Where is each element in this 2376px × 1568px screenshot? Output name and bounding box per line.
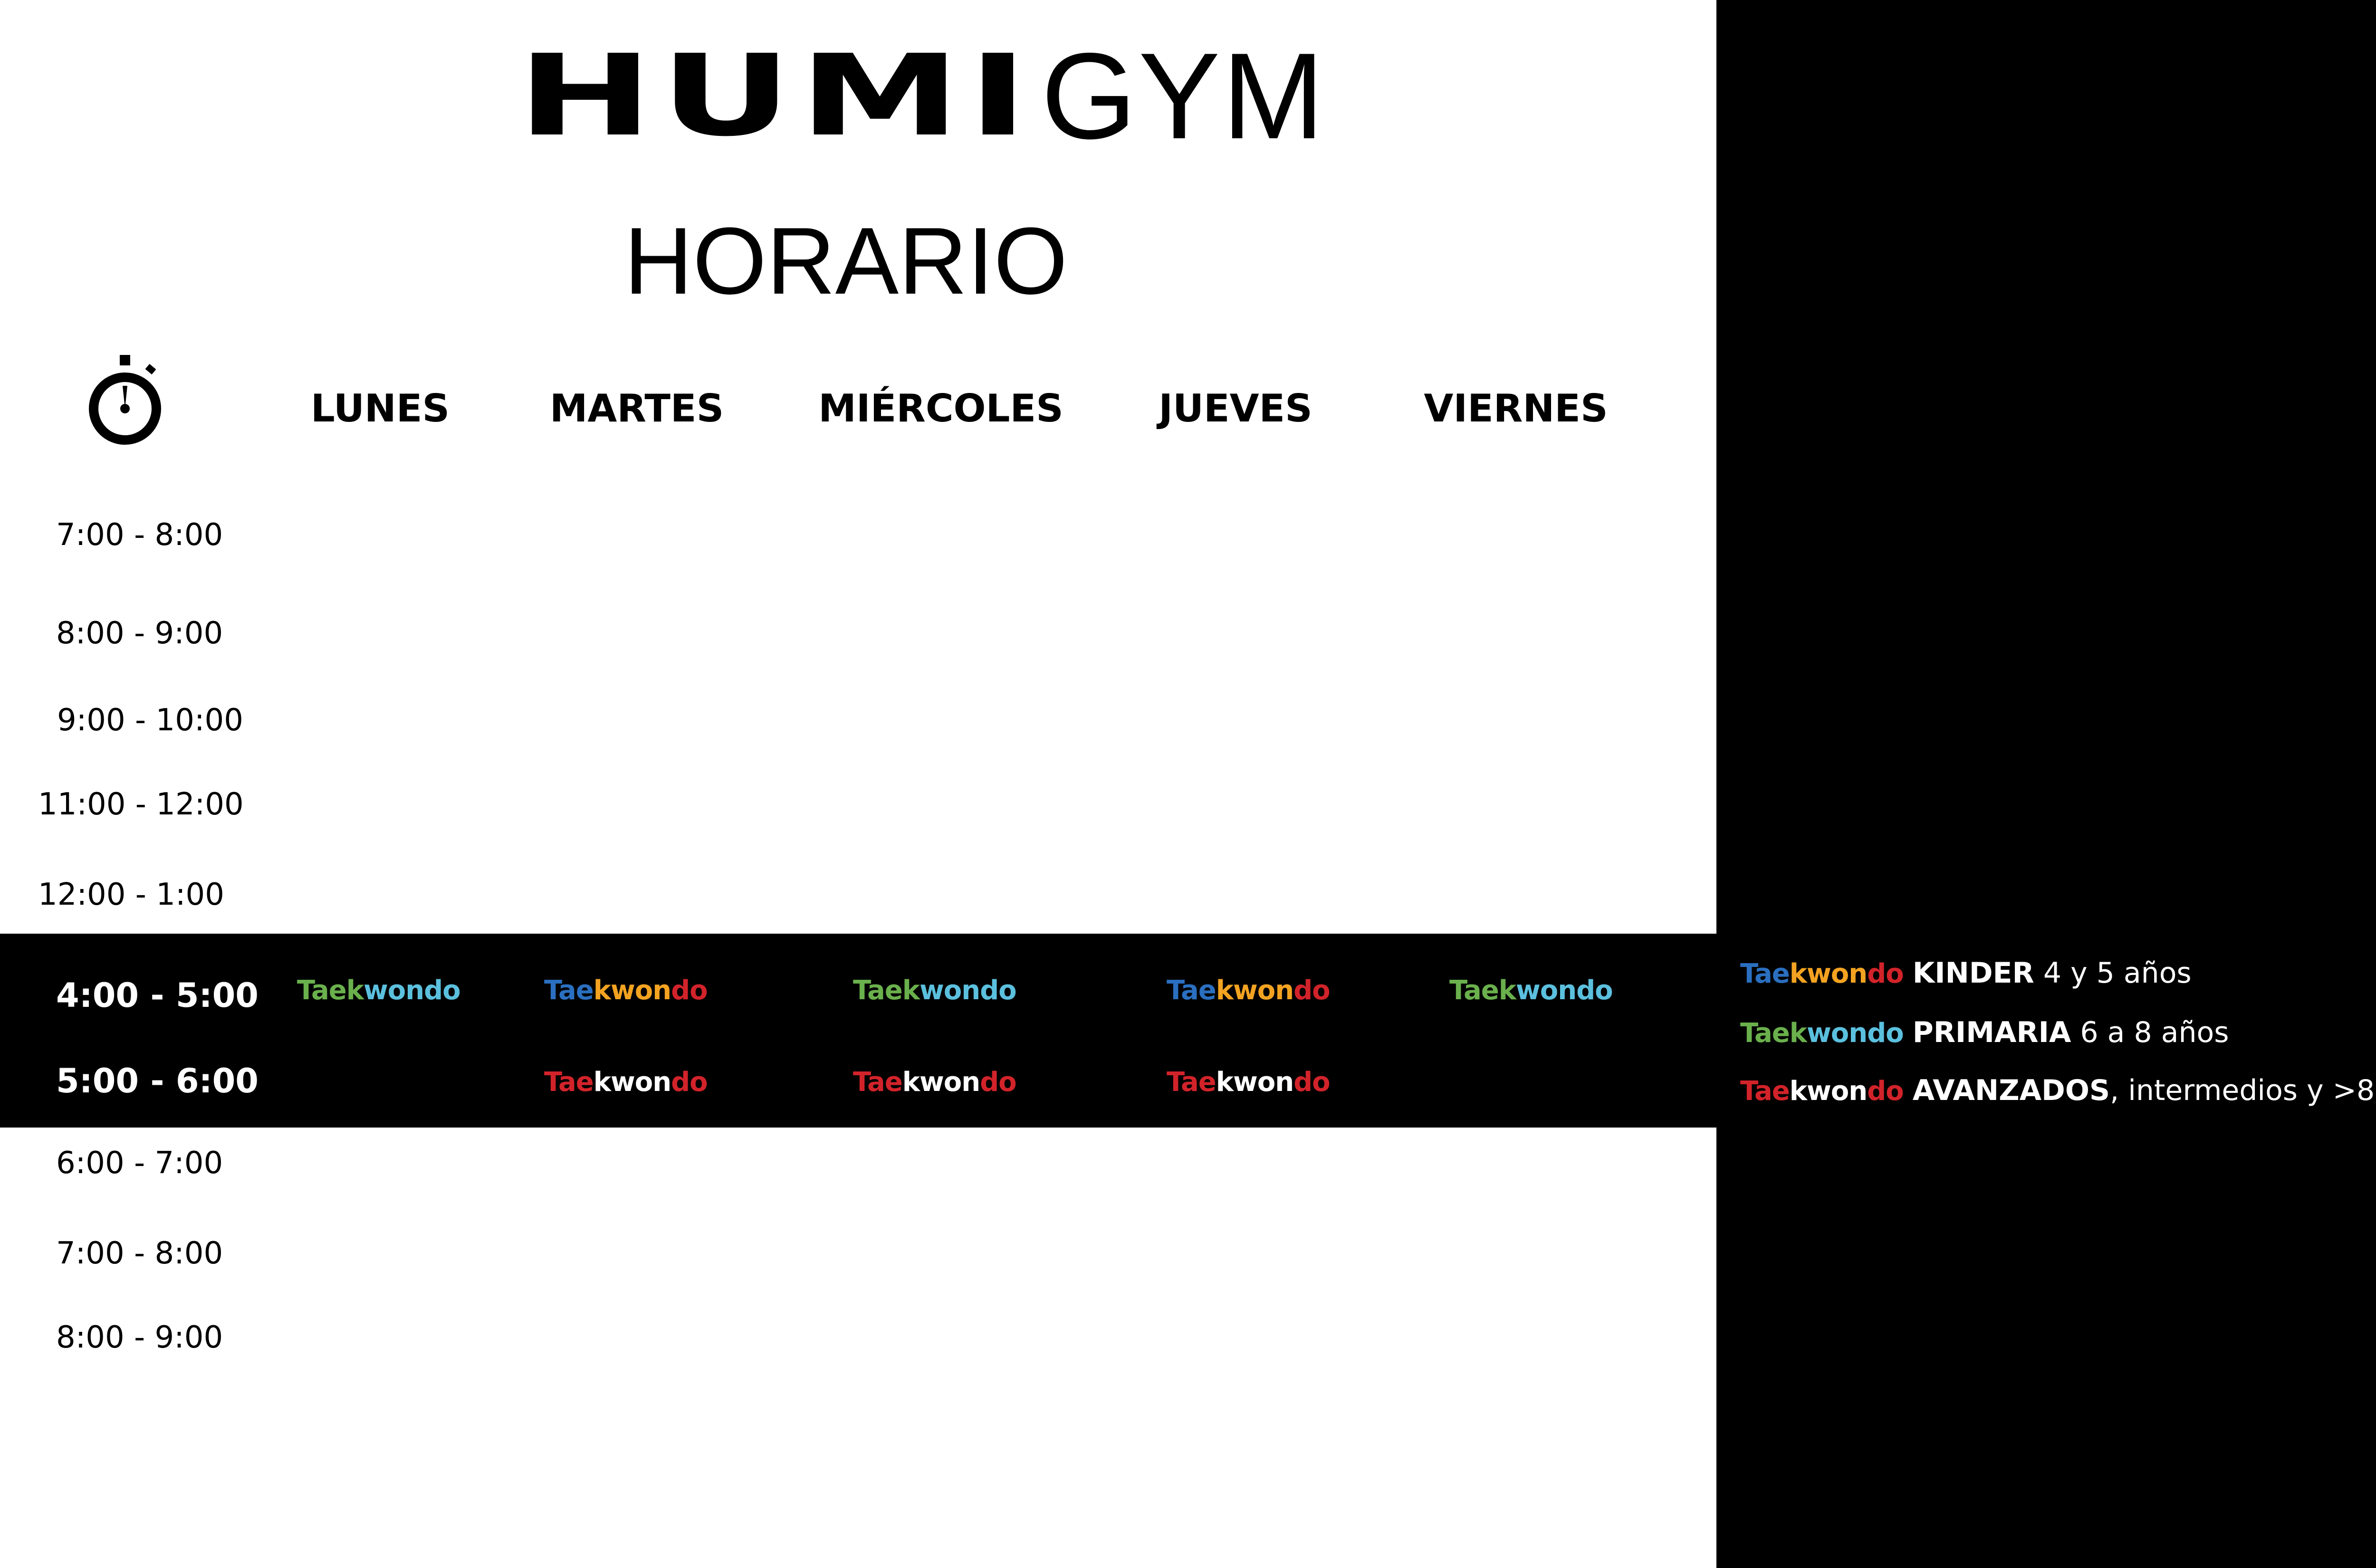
class-name-part: k xyxy=(593,975,611,1006)
time-slot: 9:00 - 10:00 xyxy=(57,703,243,738)
class-name-part: Tae xyxy=(853,975,903,1006)
class-cell-primaria: Taekwondo xyxy=(297,969,461,1012)
class-name-part: k xyxy=(593,1067,611,1098)
class-name-part: won xyxy=(611,975,671,1006)
class-name-part: do xyxy=(671,1067,708,1098)
class-name-part: do xyxy=(980,975,1017,1006)
time-slot: 12:00 - 1:00 xyxy=(38,877,224,912)
time-slot: 7:00 - 8:00 xyxy=(56,1236,223,1271)
class-name-part: do xyxy=(1576,975,1613,1006)
time-slot: 11:00 - 12:00 xyxy=(38,787,244,822)
class-name-part: do xyxy=(671,975,708,1006)
legend-kinder: Taekwondo KINDER 4 y 5 años xyxy=(1740,949,2192,997)
class-name-part: won xyxy=(920,1067,980,1098)
legend-detail: , intermedios y >8 años xyxy=(2110,1074,2376,1107)
class-name-part: won xyxy=(1516,975,1577,1006)
legend-level: AVANZADOS xyxy=(1912,1074,2110,1107)
legend-panel xyxy=(1716,0,2376,1568)
logo-light: GYM xyxy=(1041,27,1326,164)
legend-level: KINDER xyxy=(1912,956,2034,990)
class-name-part: Tae xyxy=(1740,1018,1790,1049)
class-name-part: won xyxy=(1233,1067,1294,1098)
time-slot: 8:00 - 9:00 xyxy=(56,616,223,651)
day-jueves: JUEVES xyxy=(1159,386,1313,430)
class-name-part: k xyxy=(902,1067,920,1098)
class-name-part: k xyxy=(346,975,364,1006)
class-name-part: won xyxy=(1807,1076,1868,1107)
legend-detail: 6 a 8 años xyxy=(2071,1016,2229,1049)
class-name-part: do xyxy=(1293,1067,1331,1098)
legend-detail: 4 y 5 años xyxy=(2034,956,2192,990)
class-name-part: Tae xyxy=(544,1067,594,1098)
logo-bold: HUMI xyxy=(517,30,1035,161)
class-name-part: do xyxy=(424,975,461,1006)
day-lunes: LUNES xyxy=(310,386,450,430)
class-name-part: Tae xyxy=(544,975,594,1006)
class-cell-avanzados: Taekwondo xyxy=(853,1061,1017,1104)
class-name-part: k xyxy=(1789,958,1807,989)
class-cell-kinder: Taekwondo xyxy=(1167,969,1331,1012)
brand-logo: HUMI GYM xyxy=(517,35,1324,157)
class-name-part: k xyxy=(1216,975,1234,1006)
class-name-part: k xyxy=(902,975,920,1006)
class-name-part: Tae xyxy=(1449,975,1499,1006)
page-title: HORARIO xyxy=(624,208,1068,314)
class-name-part: won xyxy=(1233,975,1294,1006)
class-name-part: do xyxy=(980,1067,1017,1098)
class-name-part: do xyxy=(1867,958,1904,989)
day-miercoles: MIÉRCOLES xyxy=(818,386,1063,430)
legend-primaria: Taekwondo PRIMARIA 6 a 8 años xyxy=(1740,1009,2229,1056)
class-name-part: do xyxy=(1867,1076,1904,1107)
class-name-part: won xyxy=(611,1067,671,1098)
class-name-part: Tae xyxy=(1740,958,1790,989)
class-name-part: Tae xyxy=(853,1067,903,1098)
day-martes: MARTES xyxy=(549,386,724,430)
class-name-part: won xyxy=(920,975,980,1006)
class-cell-primaria: Taekwondo xyxy=(853,969,1017,1012)
class-cell-primaria: Taekwondo xyxy=(1449,969,1613,1012)
class-name-part: k xyxy=(1216,1067,1234,1098)
class-name-part: k xyxy=(1789,1076,1807,1107)
class-name-part: Tae xyxy=(1167,1067,1217,1098)
legend-class-name: Taekwondo xyxy=(1740,958,1904,989)
class-cell-avanzados: Taekwondo xyxy=(1167,1061,1331,1104)
time-slot: 5:00 - 6:00 xyxy=(56,1061,259,1100)
time-slot: 7:00 - 8:00 xyxy=(56,517,223,553)
class-name-part: won xyxy=(364,975,424,1006)
class-name-part: Tae xyxy=(297,975,347,1006)
legend-avanzados: Taekwondo AVANZADOS, intermedios y >8 añ… xyxy=(1740,1067,2376,1114)
class-name-part: k xyxy=(1789,1018,1807,1049)
legend-level: PRIMARIA xyxy=(1912,1016,2071,1049)
time-slot: 8:00 - 9:00 xyxy=(56,1320,223,1355)
class-cell-avanzados: Taekwondo xyxy=(544,1061,708,1104)
class-name-part: won xyxy=(1807,1018,1868,1049)
class-name-part: k xyxy=(1498,975,1516,1006)
class-cell-kinder: Taekwondo xyxy=(544,969,708,1012)
class-name-part: won xyxy=(1807,958,1868,989)
time-slot: 6:00 - 7:00 xyxy=(56,1146,223,1181)
class-name-part: Tae xyxy=(1740,1076,1790,1107)
stopwatch-icon xyxy=(89,355,161,445)
time-slot: 4:00 - 5:00 xyxy=(56,976,259,1015)
class-name-part: Tae xyxy=(1167,975,1217,1006)
class-name-part: do xyxy=(1293,975,1331,1006)
class-name-part: do xyxy=(1867,1018,1904,1049)
legend-class-name: Taekwondo xyxy=(1740,1018,1904,1049)
day-viernes: VIERNES xyxy=(1424,386,1608,430)
legend-class-name: Taekwondo xyxy=(1740,1076,1904,1107)
